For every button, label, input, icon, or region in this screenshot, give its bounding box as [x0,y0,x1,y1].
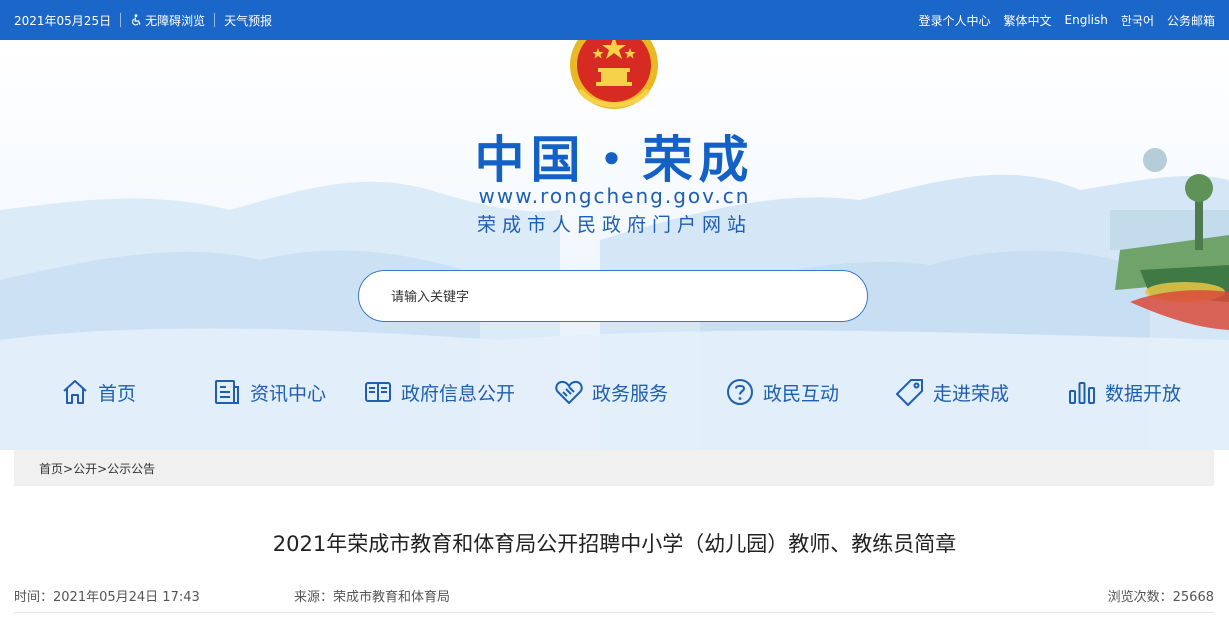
divider [14,612,1214,613]
question-icon [727,379,753,405]
top-bar: 2021年05月25日 无障碍浏览 天气预报 登录个人中心 繁体中文 Engli… [0,0,1229,40]
bar-chart-icon [1069,382,1095,404]
tag-icon [896,379,923,406]
home-icon [63,380,87,404]
divider [214,13,216,27]
book-icon [365,382,391,402]
breadcrumb-separator: > [97,461,108,476]
accessibility-link[interactable]: 无障碍浏览 [130,12,205,29]
divider [120,13,122,27]
nav-item-home[interactable]: 首页 [60,370,136,414]
breadcrumb-separator: > [63,461,74,476]
english-link[interactable]: English [1065,13,1108,27]
header-banner: 中国・荣成 www.rongcheng.gov.cn 荣成市人民政府门户网站 首… [0,40,1229,450]
breadcrumb-home[interactable]: 首页 [39,462,63,476]
handshake-icon [555,380,583,404]
korean-link[interactable]: 한국어 [1121,12,1154,29]
main-nav: 首页 资讯中心 政府信息公开 政务服务 政民互动 走进荣成 数据开放 [0,370,1229,414]
article-views: 浏览次数：25668 [1107,590,1214,605]
nav-item-open-data[interactable]: 数据开放 [1067,370,1181,414]
breadcrumb: 首页>公开>公示公告 [14,450,1214,486]
weather-link[interactable]: 天气预报 [224,12,272,29]
current-date: 2021年05月25日 [14,13,112,28]
nav-label: 政府信息公开 [401,382,516,405]
traditional-chinese-link[interactable]: 繁体中文 [1004,12,1052,29]
search-input[interactable] [389,285,833,309]
nav-item-gov-info[interactable]: 政府信息公开 [363,370,515,414]
nav-item-news[interactable]: 资讯中心 [212,370,326,414]
accessibility-icon [132,14,141,26]
nav-label: 数据开放 [1105,382,1182,405]
accessibility-label: 无障碍浏览 [145,13,206,28]
site-title: 中国・荣成 [474,131,755,189]
nav-item-services[interactable]: 政务服务 [554,370,668,414]
site-subtitle: 荣成市人民政府门户网站 [476,214,752,236]
nav-label: 资讯中心 [250,382,327,405]
nav-label: 首页 [98,382,137,405]
article-source: 来源：荣成市教育和体育局 [294,590,451,605]
search-box [358,270,868,322]
nav-label: 政务服务 [592,382,669,405]
nav-label: 政民互动 [763,382,840,405]
login-link[interactable]: 登录个人中心 [918,12,990,29]
national-emblem-icon [570,40,658,109]
nav-item-about[interactable]: 走进荣成 [895,370,1009,414]
article-title: 2021年荣成市教育和体育局公开招聘中小学（幼儿园）教师、教练员简章 [272,532,957,556]
official-mail-link[interactable]: 公务邮箱 [1167,12,1215,29]
breadcrumb-open[interactable]: 公开 [73,462,97,476]
nav-label: 走进荣成 [933,382,1010,405]
site-url: www.rongcheng.gov.cn [478,184,751,208]
nav-item-interaction[interactable]: 政民互动 [725,370,839,414]
news-icon [215,380,239,404]
article-time: 时间：2021年05月24日 17:43 [14,590,200,605]
breadcrumb-notices[interactable]: 公示公告 [107,462,155,476]
